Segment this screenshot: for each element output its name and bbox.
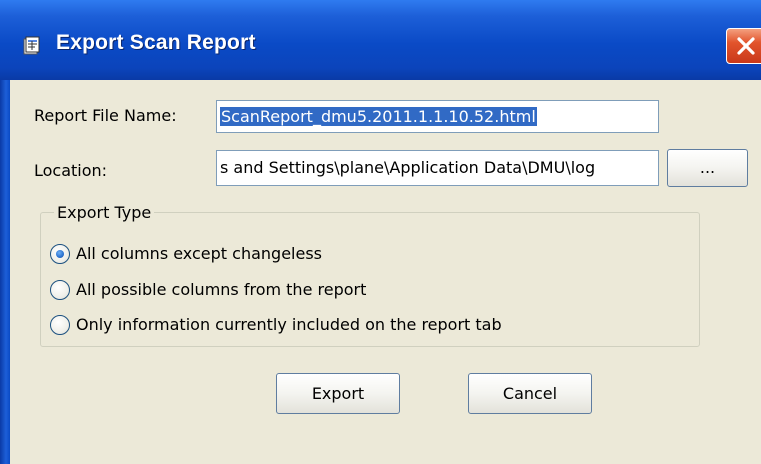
browse-button[interactable]: ... [667,149,748,187]
cancel-button[interactable]: Cancel [468,373,592,414]
export-option-label: Only information currently included on t… [76,315,502,334]
location-value: s and Settings\plane\Application Data\DM… [220,158,596,177]
close-x-icon [737,37,755,55]
title-bar[interactable]: Export Scan Report [0,0,761,80]
dialog-app-icon [22,36,42,56]
export-button[interactable]: Export [276,373,400,414]
export-type-title: Export Type [54,203,155,222]
report-file-name-label: Report File Name: [34,106,177,125]
export-option-label: All possible columns from the report [76,280,367,299]
location-label: Location: [34,161,108,180]
window-left-border [0,80,10,464]
radio-dot-icon [56,250,64,258]
export-scan-report-dialog: Export Scan Report Report File Name: Sca… [0,0,761,464]
radio-selected-icon[interactable] [50,244,70,264]
radio-unselected-icon[interactable] [50,280,70,300]
report-file-name-input[interactable]: ScanReport_dmu5.2011.1.1.10.52.html [216,100,659,133]
export-option-label: All columns except changeless [76,244,322,263]
location-input[interactable]: s and Settings\plane\Application Data\DM… [216,150,659,186]
close-button[interactable] [726,28,761,64]
dialog-content: Report File Name: ScanReport_dmu5.2011.1… [10,80,761,464]
dialog-title: Export Scan Report [56,31,256,54]
radio-unselected-icon[interactable] [50,315,70,335]
report-file-name-value: ScanReport_dmu5.2011.1.1.10.52.html [220,107,537,126]
